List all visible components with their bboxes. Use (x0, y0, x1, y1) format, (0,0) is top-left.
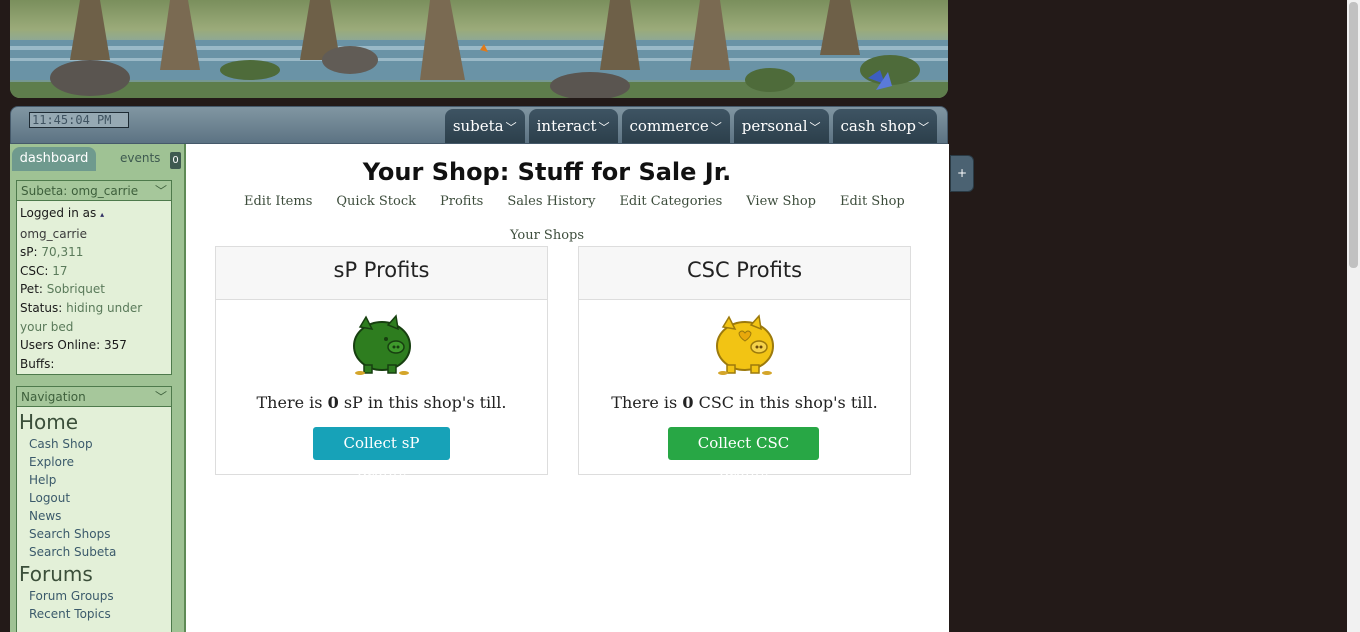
link-edit-items[interactable]: Edit Items (244, 194, 312, 209)
sp-label: sP: (20, 245, 38, 260)
chevron-down-icon: ﹀ (598, 120, 610, 134)
csc-till-text: There is 0 CSC in this shop's till. (579, 393, 910, 412)
nav-link-recent-topics[interactable]: Recent Topics (19, 605, 169, 623)
chevron-down-icon: ﹀ (809, 120, 821, 134)
pet-link[interactable]: Sobriquet (47, 282, 105, 296)
collect-sp-profits-button[interactable]: Collect sP Profits (313, 427, 450, 485)
chevron-down-icon[interactable]: ﹀ (155, 387, 167, 407)
nav-link-help[interactable]: Help (19, 471, 169, 489)
top-nav-bar: 11:45:04 PM subeta ﹀ interact ﹀ commerce… (10, 106, 948, 144)
sp-till-text: There is 0 sP in this shop's till. (216, 393, 547, 412)
till-prefix: There is (611, 393, 678, 412)
chevron-down-icon: ﹀ (918, 120, 929, 134)
link-sales-history[interactable]: Sales History (507, 194, 595, 209)
collect-csc-profits-button[interactable]: Collect CSC Profits (668, 427, 819, 485)
page-title: Your Shop: Stuff for Sale Jr. (362, 158, 732, 186)
sp-profits-card: sP Profits There is 0 sP in this shop's … (215, 246, 548, 485)
page-scrollbar[interactable] (1347, 0, 1360, 632)
nav-heading-forums[interactable]: Forums (19, 561, 169, 587)
csc-profits-title: CSC Profits (579, 247, 910, 300)
till-prefix: There is (256, 393, 323, 412)
main-content: Your Shop: Stuff for Sale Jr. Edit Items… (186, 144, 949, 632)
csc-till-amount: 0 (682, 393, 694, 412)
main-menu: subeta ﹀ interact ﹀ commerce ﹀ personal … (444, 109, 937, 143)
navigation-body: Home Cash Shop Explore Help Logout News … (17, 407, 171, 625)
nav-link-search-shops[interactable]: Search Shops (19, 525, 169, 543)
buffs-label: Buffs: (20, 356, 55, 371)
user-panel-title: Subeta: omg_carrie (21, 184, 139, 198)
menu-label: subeta (452, 117, 504, 135)
chevron-down-icon[interactable]: ﹀ (155, 181, 167, 201)
nav-link-cash-shop[interactable]: Cash Shop (19, 435, 169, 453)
user-icon: ▴ (100, 210, 105, 219)
menu-label: cash shop (840, 117, 916, 135)
sp-profits-title: sP Profits (216, 247, 547, 300)
menu-commerce[interactable]: commerce ﹀ (621, 109, 730, 143)
nav-link-news[interactable]: News (19, 507, 169, 525)
logged-in-label: Logged in as (20, 206, 97, 220)
pet-label: Pet: (20, 282, 43, 297)
navigation-panel-header[interactable]: Navigation ﹀ (17, 387, 171, 407)
green-piggy-bank-icon (216, 313, 547, 375)
users-online: Users Online: 357 (20, 338, 127, 353)
sidebar-tabs: dashboard events 0 (10, 147, 186, 171)
link-your-shops[interactable]: Your Shops (510, 228, 584, 243)
left-sidebar: dashboard events 0 Subeta: omg_carrie ﹀ … (10, 144, 186, 632)
link-edit-shop[interactable]: Edit Shop (840, 194, 905, 209)
expand-side-panel-button[interactable]: + (950, 155, 974, 192)
nav-link-logout[interactable]: Logout (19, 489, 169, 507)
till-suffix: sP in this shop's till. (343, 393, 507, 412)
menu-label: personal (741, 117, 808, 135)
menu-label: interact (536, 117, 597, 135)
site-banner (10, 0, 948, 98)
link-quick-stock[interactable]: Quick Stock (336, 194, 416, 209)
navigation-panel: Navigation ﹀ Home Cash Shop Explore Help… (16, 386, 172, 632)
gold-piggy-bank-icon (579, 313, 910, 375)
shop-subnav: Edit Items Quick Stock Profits Sales His… (244, 194, 905, 209)
chevron-down-icon: ﹀ (710, 120, 722, 134)
username-link[interactable]: omg_carrie (20, 227, 87, 241)
user-panel-body: Logged in as ▴ omg_carrie sP: 70,311 CSC… (17, 201, 171, 376)
menu-cash-shop[interactable]: cash shop ﹀ (832, 109, 937, 143)
csc-label: CSC: (20, 263, 49, 278)
user-info-panel: Subeta: omg_carrie ﹀ Logged in as ▴ omg_… (16, 180, 172, 375)
nav-link-search-subeta[interactable]: Search Subeta (19, 543, 169, 561)
menu-subeta[interactable]: subeta ﹀ (444, 109, 525, 143)
nav-link-explore[interactable]: Explore (19, 453, 169, 471)
menu-interact[interactable]: interact ﹀ (528, 109, 618, 143)
scrollbar-thumb[interactable] (1349, 2, 1358, 268)
nav-heading-home[interactable]: Home (19, 409, 169, 435)
events-count-badge: 0 (170, 152, 181, 169)
status-label: Status: (20, 300, 63, 315)
tab-events[interactable]: events (120, 151, 160, 165)
nav-link-forum-groups[interactable]: Forum Groups (19, 587, 169, 605)
navigation-title: Navigation (21, 390, 86, 404)
clock: 11:45:04 PM (29, 112, 129, 128)
link-profits[interactable]: Profits (440, 194, 483, 209)
shop-subnav-secondary: Your Shops (186, 224, 908, 243)
sp-value: 70,311 (41, 245, 84, 260)
menu-personal[interactable]: personal ﹀ (733, 109, 829, 143)
menu-label: commerce (629, 117, 709, 135)
csc-value: 17 (52, 263, 68, 278)
user-panel-header[interactable]: Subeta: omg_carrie ﹀ (17, 181, 171, 201)
sp-till-amount: 0 (327, 393, 339, 412)
csc-profits-card: CSC Profits There is 0 CSC in this shop'… (578, 246, 911, 485)
link-view-shop[interactable]: View Shop (746, 194, 816, 209)
link-edit-categories[interactable]: Edit Categories (619, 194, 722, 209)
tab-dashboard[interactable]: dashboard (12, 147, 96, 171)
chevron-down-icon: ﹀ (505, 120, 517, 134)
till-suffix: CSC in this shop's till. (698, 393, 878, 412)
